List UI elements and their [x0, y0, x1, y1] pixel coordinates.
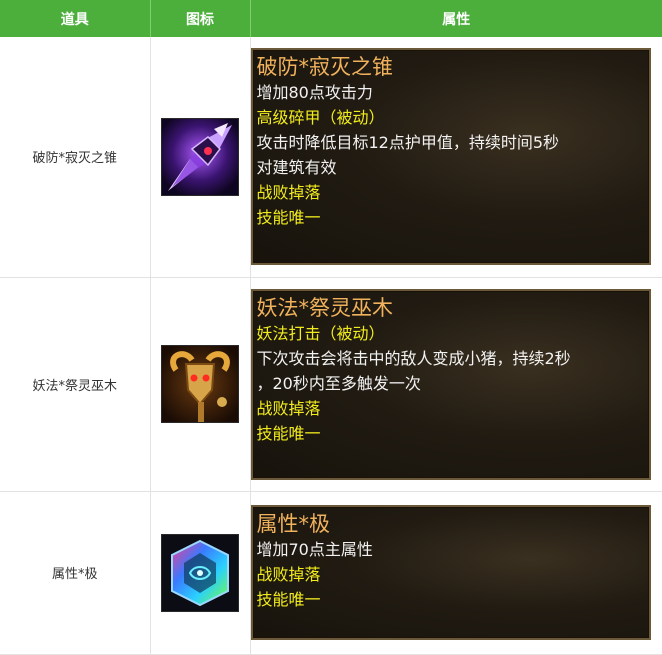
tooltip-line: 技能唯一: [256, 423, 321, 443]
tooltip-title: 破防*寂灭之锥: [256, 55, 394, 80]
table-row: 妖法*祭灵巫木 妖法*祭灵巫木 妖法打击（被动） 下次攻击会将击中的敌人变成小猪…: [0, 277, 662, 492]
tooltip-line: 战败掉落: [256, 565, 321, 584]
ram-skull-staff-icon: [161, 345, 239, 423]
tooltip-line: 技能唯一: [256, 208, 321, 228]
column-header-icon: 图标: [150, 0, 251, 37]
purple-spear-icon: [161, 117, 239, 196]
tooltip-line: 妖法打击（被动）: [256, 323, 385, 343]
tooltip-line: 增加70点主属性: [256, 540, 373, 559]
tooltip-title: 妖法*祭灵巫木: [256, 295, 394, 320]
item-name: 属性*极: [0, 491, 151, 655]
item-name: 妖法*祭灵巫木: [0, 277, 151, 492]
table-header-row: 道具 图标 属性: [0, 0, 662, 37]
item-tooltip: 妖法*祭灵巫木 妖法打击（被动） 下次攻击会将击中的敌人变成小猪，持续2秒 ，2…: [250, 288, 651, 480]
column-header-attributes: 属性: [250, 0, 662, 37]
tooltip-line: 对建筑有效: [256, 158, 337, 178]
tooltip-line: 高级碎甲（被动）: [256, 108, 385, 128]
tooltip-title: 属性*极: [256, 512, 331, 536]
tooltip-line: 战败掉落: [256, 183, 321, 203]
tooltip-line: 增加80点攻击力: [256, 83, 373, 103]
item-tooltip: 破防*寂灭之锥 增加80点攻击力 高级碎甲（被动） 攻击时降低目标12点护甲值，…: [250, 48, 651, 266]
tooltip-line: 攻击时降低目标12点护甲值，持续时间5秒: [256, 133, 560, 153]
tooltip-line: 战败掉落: [256, 398, 321, 418]
items-table: 道具 图标 属性 破防*寂灭之锥 破防*寂灭之锥 增加80点攻击力 高级碎甲（被…: [0, 0, 662, 655]
table-row: 属性*极 属性*极 增加70点主属性 战败掉落 技能唯一: [0, 491, 662, 655]
item-tooltip: 属性*极 增加70点主属性 战败掉落 技能唯一: [250, 505, 651, 640]
item-name: 破防*寂灭之锥: [0, 37, 151, 278]
column-header-item: 道具: [0, 0, 151, 37]
tooltip-line: 技能唯一: [256, 590, 321, 609]
tooltip-line: ，20秒内至多触发一次: [256, 373, 421, 393]
table-row: 破防*寂灭之锥 破防*寂灭之锥 增加80点攻击力 高级碎甲（被动） 攻击时降低目…: [0, 37, 662, 278]
rainbow-crystal-icon: [161, 533, 239, 612]
tooltip-line: 下次攻击会将击中的敌人变成小猪，持续2秒: [256, 348, 571, 368]
